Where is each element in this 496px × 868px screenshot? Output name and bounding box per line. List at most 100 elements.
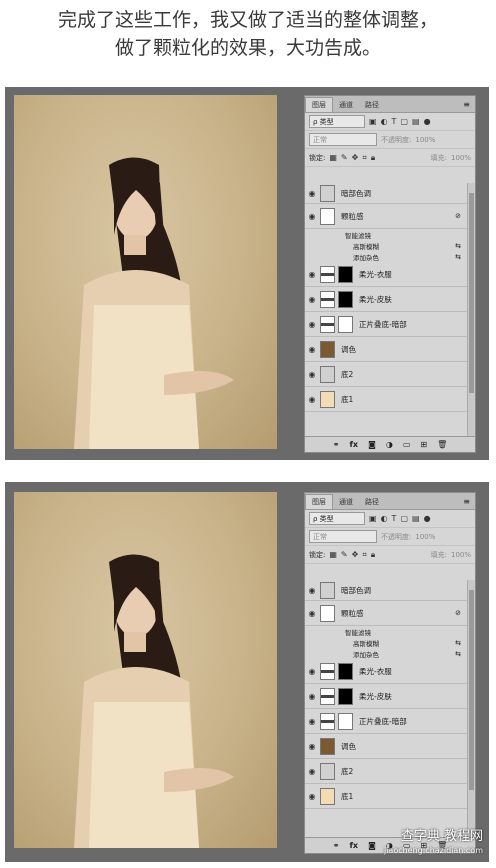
- layer-row[interactable]: ◉ 底2: [305, 362, 467, 387]
- folder-icon[interactable]: ▭: [403, 440, 411, 449]
- filter-options-icon[interactable]: ⇆: [455, 650, 461, 658]
- layer-row[interactable]: ◉ 调色: [305, 337, 467, 362]
- lock-all-icon[interactable]: 🔒︎: [371, 550, 375, 560]
- opacity-value[interactable]: 100%: [415, 533, 435, 541]
- layer-mask-thumbnail[interactable]: [338, 290, 353, 308]
- filter-toggle-icon[interactable]: ●: [424, 117, 431, 126]
- layer-row[interactable]: ◉ 暗部色调: [305, 580, 467, 601]
- lock-artboard-icon[interactable]: ⌗: [362, 153, 367, 163]
- visibility-eye-icon[interactable]: ◉: [307, 717, 317, 726]
- lock-position-icon[interactable]: ✥: [352, 153, 359, 162]
- layer-row[interactable]: ◉ 柔光-皮肤: [305, 287, 467, 312]
- link-icon[interactable]: ⚭: [333, 440, 340, 449]
- layer-row[interactable]: ◉ 颗粒感 ⊘: [305, 601, 467, 626]
- mask-icon[interactable]: ◙: [368, 440, 376, 449]
- blend-mode-select[interactable]: 正常: [309, 530, 377, 543]
- visibility-eye-icon[interactable]: ◉: [307, 395, 317, 404]
- scrollbar-thumb[interactable]: [469, 590, 474, 790]
- visibility-eye-icon[interactable]: ◉: [307, 345, 317, 354]
- fill-value[interactable]: 100%: [451, 154, 471, 162]
- fx-icon[interactable]: fx: [349, 841, 358, 850]
- tab-channels[interactable]: 通道: [333, 495, 359, 509]
- layer-row[interactable]: ◉ 正片叠底-暗部: [305, 709, 467, 734]
- layer-row[interactable]: ◉ 柔光-衣服: [305, 659, 467, 684]
- visibility-eye-icon[interactable]: ◉: [307, 320, 317, 329]
- visibility-eye-icon[interactable]: ◉: [307, 212, 317, 221]
- layer-row[interactable]: ◉ 调色: [305, 734, 467, 759]
- image-filter-icon[interactable]: ▣: [369, 117, 377, 126]
- tab-layers[interactable]: 图层: [305, 97, 333, 112]
- visibility-eye-icon[interactable]: ◉: [307, 609, 317, 618]
- lock-paint-icon[interactable]: ✎: [341, 153, 348, 162]
- lock-position-icon[interactable]: ✥: [352, 550, 359, 559]
- filter-toggle-icon[interactable]: ●: [424, 514, 431, 523]
- adjustment-filter-icon[interactable]: ◐: [381, 117, 388, 126]
- layer-row[interactable]: ◉ 底2: [305, 759, 467, 784]
- filter-row-noise[interactable]: 添加杂色 ⇆: [305, 251, 467, 262]
- layer-row[interactable]: ◉ 柔光-衣服: [305, 262, 467, 287]
- layer-mask-thumbnail[interactable]: [338, 265, 353, 283]
- filter-options-icon[interactable]: ⇆: [455, 253, 461, 261]
- visibility-eye-icon[interactable]: ◉: [307, 792, 317, 801]
- tab-channels[interactable]: 通道: [333, 98, 359, 112]
- smart-filters-row[interactable]: 智能滤镜: [305, 229, 467, 240]
- smart-filter-icon[interactable]: ▤: [412, 514, 420, 523]
- fx-icon[interactable]: fx: [349, 440, 358, 449]
- visibility-eye-icon[interactable]: ◉: [307, 370, 317, 379]
- visibility-eye-icon[interactable]: ◉: [307, 767, 317, 776]
- tab-layers[interactable]: 图层: [305, 494, 333, 509]
- tab-paths[interactable]: 路径: [359, 98, 385, 112]
- layer-row[interactable]: ◉ 底1: [305, 387, 467, 412]
- layer-row[interactable]: ◉ 颗粒感 ⊘: [305, 204, 467, 229]
- smart-filters-row[interactable]: 智能滤镜: [305, 626, 467, 637]
- filter-row-gaussian[interactable]: 高斯模糊 ⇆: [305, 637, 467, 648]
- panel-menu-icon[interactable]: ≡: [458, 100, 475, 112]
- visibility-eye-icon[interactable]: ◉: [307, 586, 317, 595]
- image-filter-icon[interactable]: ▣: [369, 514, 377, 523]
- opacity-value[interactable]: 100%: [415, 136, 435, 144]
- lock-artboard-icon[interactable]: ⌗: [362, 550, 367, 560]
- tab-paths[interactable]: 路径: [359, 495, 385, 509]
- visibility-eye-icon[interactable]: ◉: [307, 295, 317, 304]
- visibility-eye-icon[interactable]: ◉: [307, 742, 317, 751]
- visibility-eye-icon[interactable]: ◉: [307, 692, 317, 701]
- layer-mask-thumbnail[interactable]: [338, 315, 353, 333]
- lock-paint-icon[interactable]: ✎: [341, 550, 348, 559]
- layers-scrollbar[interactable]: [467, 580, 475, 837]
- layer-row[interactable]: ◉ 正片叠底-暗部: [305, 312, 467, 337]
- type-filter-icon[interactable]: T: [392, 514, 397, 523]
- adjustment-icon[interactable]: ◑: [386, 440, 393, 449]
- filter-row-gaussian[interactable]: 高斯模糊 ⇆: [305, 240, 467, 251]
- layer-row[interactable]: ◉ 底1: [305, 784, 467, 809]
- lock-pixels-icon[interactable]: ▦: [329, 550, 337, 559]
- scrollbar-thumb[interactable]: [469, 193, 474, 393]
- new-layer-icon[interactable]: ⊞: [420, 440, 427, 449]
- lock-pixels-icon[interactable]: ▦: [329, 153, 337, 162]
- filter-options-icon[interactable]: ⇆: [455, 242, 461, 250]
- blend-mode-select[interactable]: 正常: [309, 133, 377, 146]
- layer-mask-thumbnail[interactable]: [338, 712, 353, 730]
- type-filter-icon[interactable]: T: [392, 117, 397, 126]
- kind-filter-select[interactable]: ρ 类型: [309, 115, 365, 128]
- smart-filter-icon[interactable]: ▤: [412, 117, 420, 126]
- visibility-eye-icon[interactable]: ◉: [307, 189, 317, 198]
- panel-menu-icon[interactable]: ≡: [458, 497, 475, 509]
- layers-scrollbar[interactable]: [467, 183, 475, 436]
- layer-row[interactable]: ◉ 柔光-皮肤: [305, 684, 467, 709]
- mask-icon[interactable]: ◙: [368, 841, 376, 850]
- shape-filter-icon[interactable]: ▢: [400, 117, 408, 126]
- layer-mask-thumbnail[interactable]: [338, 687, 353, 705]
- adjustment-filter-icon[interactable]: ◐: [381, 514, 388, 523]
- link-icon[interactable]: ⚭: [333, 841, 340, 850]
- visibility-eye-icon[interactable]: ◉: [307, 667, 317, 676]
- visibility-eye-icon[interactable]: ◉: [307, 270, 317, 279]
- layer-mask-thumbnail[interactable]: [338, 662, 353, 680]
- filter-row-noise[interactable]: 添加杂色 ⇆: [305, 648, 467, 659]
- lock-all-icon[interactable]: 🔒︎: [371, 153, 375, 163]
- fill-value[interactable]: 100%: [451, 551, 471, 559]
- filter-options-icon[interactable]: ⇆: [455, 639, 461, 647]
- layer-row[interactable]: ◉ 暗部色调: [305, 183, 467, 204]
- shape-filter-icon[interactable]: ▢: [400, 514, 408, 523]
- kind-filter-select[interactable]: ρ 类型: [309, 512, 365, 525]
- trash-icon[interactable]: 🗑︎: [437, 440, 447, 449]
